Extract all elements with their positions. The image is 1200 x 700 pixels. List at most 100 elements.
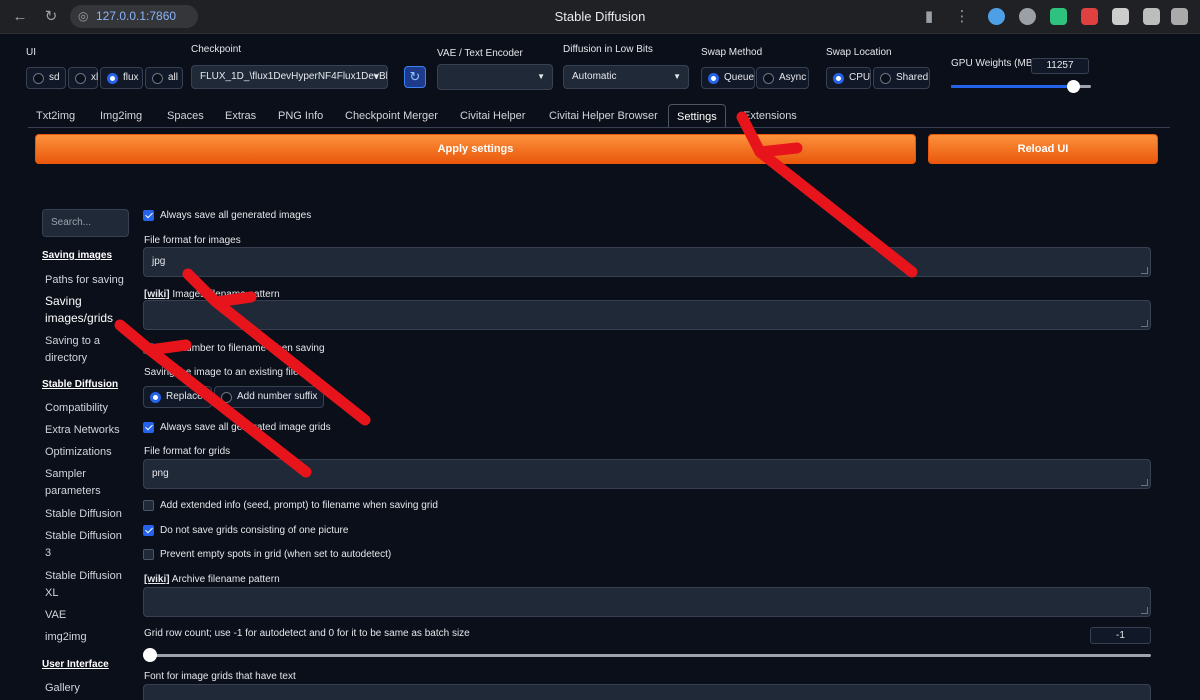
images-pattern-label: [wiki] Images filename pattern [144,289,280,300]
gpu-slider-fill [951,85,1073,88]
sidebar-item-stable-diffusion-3[interactable]: Stable Diffusion 3 [45,528,131,562]
address-bar[interactable]: ◎ 127.0.0.1:7860 [70,5,198,28]
chevron-down-icon: ▼ [673,72,681,81]
grid-font-input[interactable] [143,684,1151,700]
wiki-link[interactable]: [wiki] [144,574,170,585]
radio-add-number-suffix[interactable]: Add number suffix [214,386,324,408]
always-save-images-label: Always save all generated images [160,210,312,221]
resize-grip-icon[interactable] [1141,479,1148,486]
grid-rows-slider[interactable] [148,654,1151,657]
vae-dropdown[interactable]: ▼ [437,64,553,90]
grid-format-input[interactable]: png [143,459,1151,489]
archive-pattern-input[interactable] [143,587,1151,617]
extension-blue-icon[interactable] [988,8,1005,25]
radio-dot [150,392,161,403]
sidebar-item-gallery[interactable]: Gallery [45,680,131,697]
extended-info-label: Add extended info (seed, prompt) to file… [160,500,438,511]
lowbits-label: Diffusion in Low Bits [563,44,653,55]
radio-dot [75,73,86,84]
extension-palette-icon[interactable] [1081,8,1098,25]
extension-circle-icon[interactable] [1019,8,1036,25]
tab-extensions[interactable]: Extensions [735,104,805,128]
resize-grip-icon[interactable] [1141,267,1148,274]
ui-radio-flux[interactable]: flux [100,67,143,89]
swap-location-radio-shared[interactable]: Shared [873,67,930,89]
more-menu-icon[interactable]: ⋮ [952,7,972,27]
sidebar-item-vae[interactable]: VAE [45,607,131,624]
resize-grip-icon[interactable] [1141,320,1148,327]
reload-icon[interactable]: ↻ [41,7,61,27]
gpu-weights-slider[interactable] [951,80,1091,93]
refresh-checkpoint-button[interactable]: ↻ [404,66,426,88]
sidebar-item-optimizations[interactable]: Optimizations [45,444,131,461]
tab-extras[interactable]: Extras [217,104,264,128]
tab-spaces[interactable]: Spaces [159,104,212,128]
tab-png-info[interactable]: PNG Info [270,104,331,128]
apply-settings-button[interactable]: Apply settings [35,134,916,164]
sidebar-section-title[interactable]: Stable Diffusion [42,379,118,390]
reload-ui-button[interactable]: Reload UI [928,134,1158,164]
extension-bird-icon[interactable] [1050,8,1067,25]
resize-grip-icon[interactable] [1141,607,1148,614]
grid-rows-input[interactable]: -1 [1090,627,1151,644]
sidebar-item-extra-networks[interactable]: Extra Networks [45,422,131,439]
sidebar-item-compatibility[interactable]: Compatibility [45,400,131,417]
sidebar-item-saving-images-grids[interactable]: Saving images/grids [45,293,131,327]
site-info-icon[interactable]: ◎ [78,5,88,28]
tab-checkpoint-merger[interactable]: Checkpoint Merger [337,104,446,128]
gpu-weights-input[interactable]: 11257 [1031,58,1089,74]
no-single-grids-label: Do not save grids consisting of one pict… [160,525,349,536]
ui-radio-sd[interactable]: sd [26,67,66,89]
ui-radio-all[interactable]: all [145,67,183,89]
extension-sidebar-icon[interactable] [1171,8,1188,25]
add-number-checkbox[interactable] [143,343,154,354]
radio-dot [763,73,774,84]
extended-info-checkbox[interactable] [143,500,154,511]
radio-dot [880,73,891,84]
radio-dot [33,73,44,84]
back-icon[interactable]: ← [10,7,30,27]
ui-radio-label: xl [91,72,99,83]
gpu-weights-label: GPU Weights (MB) [951,58,1036,69]
tab-civitai-helper[interactable]: Civitai Helper [452,104,533,128]
sidebar-item-saving-to-a-directory[interactable]: Saving to a directory [45,333,131,367]
radio-add-number-suffix-label: Add number suffix [237,391,318,402]
gpu-slider-thumb[interactable] [1066,80,1080,93]
sidebar-item-paths-for-saving[interactable]: Paths for saving [45,272,131,289]
sidebar-item-stable-diffusion[interactable]: Stable Diffusion [45,506,131,523]
swap-method-label: Swap Method [701,47,763,58]
tab-settings[interactable]: Settings [668,104,726,128]
file-format-input[interactable]: jpg [143,247,1151,277]
swap-location-radio-cpu[interactable]: CPU [826,67,871,89]
wiki-link[interactable]: [wiki] [144,289,170,300]
tab-img2img[interactable]: Img2img [92,104,150,128]
sidebar-item-sampler-parameters[interactable]: Sampler parameters [45,466,131,500]
checkpoint-dropdown[interactable]: FLUX_1D_\flux1DevHyperNF4Flux1DevBl ▼ [191,65,388,89]
tab-txt2img[interactable]: Txt2img [28,104,83,128]
always-save-images-checkbox[interactable] [143,210,154,221]
swap-method-radio-async[interactable]: Async [756,67,809,89]
sidebar-section-title[interactable]: User Interface [42,659,109,670]
chevron-down-icon: ▼ [537,72,545,81]
ui-label: UI [26,47,36,58]
sidebar-item-stable-diffusion-xl[interactable]: Stable Diffusion XL [45,568,131,602]
radio-dot [833,73,844,84]
sidebar-item-img2img[interactable]: img2img [45,629,131,646]
swap-method-radio-queue[interactable]: Queue [701,67,755,89]
always-save-grids-checkbox[interactable] [143,422,154,433]
lowbits-dropdown[interactable]: Automatic ▼ [563,65,689,89]
radio-replace[interactable]: Replace [143,386,212,408]
extension-qr-icon[interactable] [1112,8,1129,25]
extension-puzzle-icon[interactable] [1143,8,1160,25]
prevent-empty-checkbox[interactable] [143,549,154,560]
tab-civitai-helper-browser[interactable]: Civitai Helper Browser [541,104,666,128]
ui-radio-xl[interactable]: xl [68,67,98,89]
grid-rows-slider-thumb[interactable] [143,648,157,662]
bookmark-icon[interactable]: ▮ [919,7,939,27]
always-save-grids-label: Always save all generated image grids [160,422,331,433]
sidebar-section-title[interactable]: Saving images [42,250,112,261]
lowbits-value: Automatic [572,71,617,82]
no-single-grids-checkbox[interactable] [143,525,154,536]
settings-search-input[interactable]: Search... [42,209,129,237]
images-pattern-input[interactable] [143,300,1151,330]
